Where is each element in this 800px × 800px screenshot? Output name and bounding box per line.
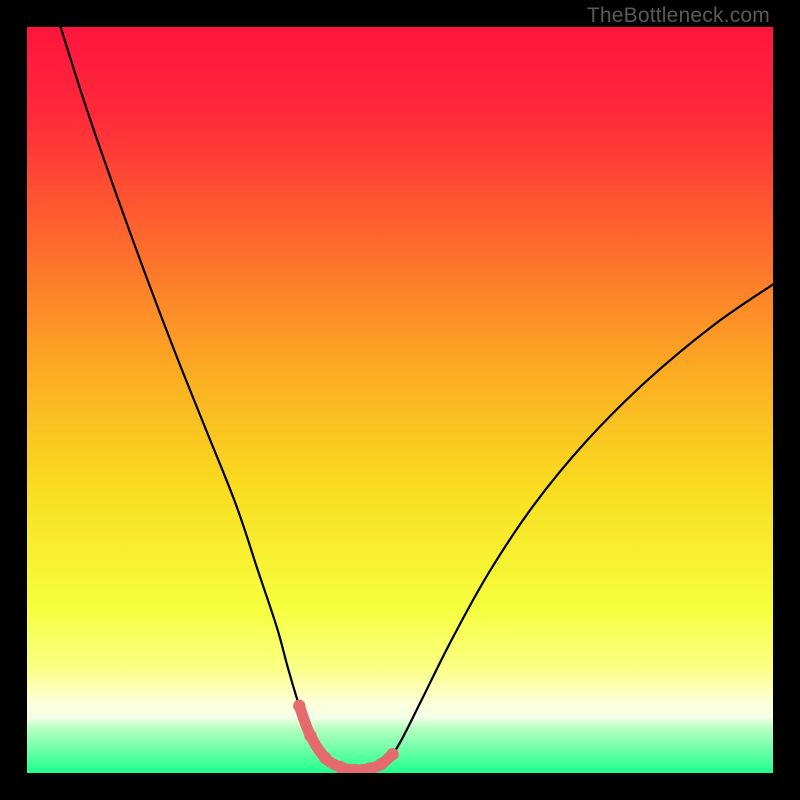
chart-frame: TheBottleneck.com <box>0 0 800 800</box>
optimal-dot <box>319 752 331 764</box>
optimal-dot <box>304 730 316 742</box>
gradient-background <box>27 27 773 773</box>
optimal-dot <box>293 700 305 712</box>
optimal-dot <box>334 761 346 773</box>
optimal-dot <box>375 758 387 770</box>
chart-svg <box>27 27 773 773</box>
optimal-dot <box>386 748 398 760</box>
watermark: TheBottleneck.com <box>587 4 770 28</box>
plot-area <box>27 27 773 773</box>
